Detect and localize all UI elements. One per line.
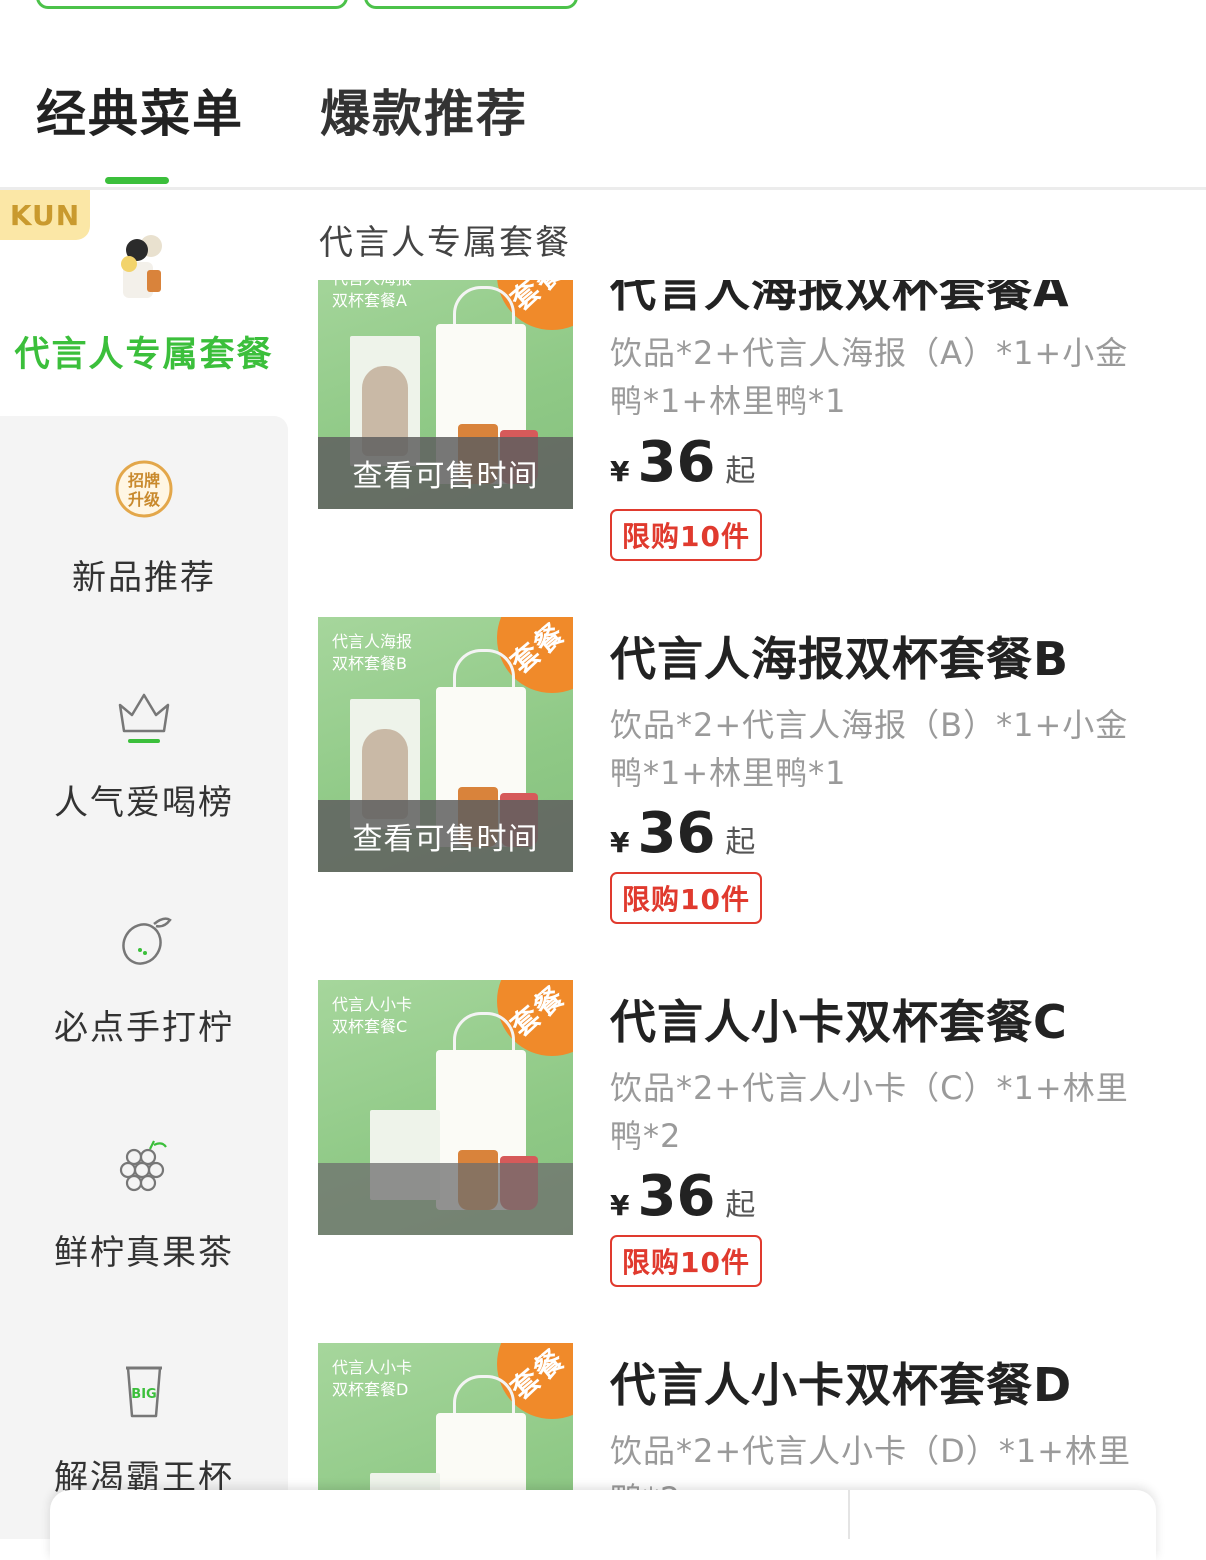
tab-classic-menu[interactable]: 经典菜单	[36, 74, 244, 146]
thumb-title: 代言人海报 双杯套餐A	[332, 269, 413, 310]
currency-symbol: ¥	[610, 455, 630, 488]
sidebar-item-label: 新品推荐	[72, 558, 216, 598]
price-value: 36	[637, 801, 716, 866]
signature-upgrade-icon: 招牌 升级	[115, 460, 173, 518]
lemon-icon	[122, 917, 172, 965]
product-image[interactable]: 套餐 代言人海报 双杯套餐A 查看可售时间	[318, 269, 573, 509]
product-name: 代言人小卡双杯套餐C	[610, 995, 1068, 1049]
product-desc: 饮品*2+代言人海报（A）*1+小金鸭*1+林里鸭*1	[610, 334, 1129, 420]
price-value: 36	[637, 430, 716, 495]
product-name: 代言人海报双杯套餐B	[610, 632, 1070, 686]
price-value: 36	[637, 1164, 716, 1229]
sidebar-item-new[interactable]: 招牌 升级 新品推荐	[0, 416, 288, 641]
product-desc: 饮品*2+代言人海报（B）*1+小金鸭*1+林里鸭*1	[610, 706, 1129, 792]
active-tab-indicator	[105, 177, 169, 184]
section-title: 代言人专属套餐	[319, 223, 571, 263]
product-price: ¥ 36 起	[610, 801, 755, 866]
grapes-icon	[119, 1140, 167, 1192]
bottom-cart-bar[interactable]	[50, 1490, 1156, 1560]
product-price: ¥ 36 起	[610, 430, 755, 495]
bottom-bar-divider	[848, 1490, 850, 1539]
sidebar-item-fruit-tea[interactable]: 鲜柠真果茶	[0, 1091, 288, 1316]
view-sale-time-overlay[interactable]: 查看可售时间	[318, 437, 573, 509]
purchase-limit-badge: 限购10件	[610, 1235, 762, 1287]
svg-text:升级: 升级	[128, 490, 161, 509]
product-card[interactable]: 套餐 代言人海报 双杯套餐B 查看可售时间 代言人海报双杯套餐B 饮品*2+代言…	[318, 617, 1188, 937]
purchase-limit-badge: 限购10件	[610, 872, 762, 924]
category-sidebar: KUN 代言人专属套餐 招牌 升级 新品推荐 人气爱喝榜 必点手打柠 鲜柠真果茶…	[0, 190, 288, 1539]
product-desc: 饮品*2+代言人小卡（D）*1+林里鸭*2	[610, 1432, 1131, 1490]
product-card[interactable]: 套餐 代言人小卡 双杯套餐D 代言人小卡双杯套餐D 饮品*2+代言人小卡（D）*…	[318, 1343, 1188, 1490]
sidebar-item-label: 人气爱喝榜	[54, 783, 234, 823]
kun-badge: KUN	[0, 190, 90, 240]
crown-icon	[118, 693, 170, 743]
sidebar-item-label: 鲜柠真果茶	[54, 1233, 234, 1273]
product-desc: 饮品*2+代言人小卡（C）*1+林里鸭*2	[610, 1069, 1129, 1155]
sidebar-item-spokesperson[interactable]: KUN 代言人专属套餐	[0, 190, 288, 416]
price-suffix: 起	[725, 825, 756, 860]
svg-text:BIG: BIG	[131, 1387, 156, 1402]
sidebar-item-label: 代言人专属套餐	[14, 335, 274, 375]
view-sale-time-overlay[interactable]: 查看可售时间	[318, 800, 573, 872]
price-suffix: 起	[725, 1188, 756, 1223]
product-image[interactable]: 套餐 代言人小卡 双杯套餐D	[318, 1343, 573, 1490]
thumb-title: 代言人小卡 双杯套餐C	[332, 995, 413, 1036]
sidebar-item-lemon[interactable]: 必点手打柠	[0, 866, 288, 1091]
product-card[interactable]: 套餐 代言人海报 双杯套餐A 查看可售时间 代言人海报双杯套餐A 饮品*2+代言…	[318, 263, 1188, 574]
big-cup-icon: BIG	[126, 1366, 162, 1418]
product-name: 代言人海报双杯套餐A	[610, 263, 1070, 317]
thumb-title: 代言人海报 双杯套餐B	[332, 632, 413, 673]
sidebar-item-popular[interactable]: 人气爱喝榜	[0, 641, 288, 866]
menu-tabs: 经典菜单 爆款推荐	[0, 0, 1206, 190]
sidebar-list: 招牌 升级 新品推荐 人气爱喝榜 必点手打柠 鲜柠真果茶 BIG 解渴霸王杯	[0, 416, 288, 1539]
thumb-title: 代言人小卡 双杯套餐D	[332, 1358, 413, 1399]
product-name: 代言人小卡双杯套餐D	[610, 1358, 1073, 1412]
product-price: ¥ 36 起	[610, 1164, 755, 1229]
sale-time-overlay[interactable]	[318, 1163, 573, 1235]
currency-symbol: ¥	[610, 826, 630, 859]
product-image[interactable]: 套餐 代言人海报 双杯套餐B 查看可售时间	[318, 617, 573, 872]
purchase-limit-badge: 限购10件	[610, 509, 762, 561]
price-suffix: 起	[725, 454, 756, 489]
tab-hot-recommend[interactable]: 爆款推荐	[320, 74, 528, 146]
product-card[interactable]: 套餐 代言人小卡 双杯套餐C 代言人小卡双杯套餐C 饮品*2+代言人小卡（C）*…	[318, 980, 1188, 1300]
product-image[interactable]: 套餐 代言人小卡 双杯套餐C	[318, 980, 573, 1235]
currency-symbol: ¥	[610, 1189, 630, 1222]
svg-text:招牌: 招牌	[128, 471, 160, 490]
sidebar-item-label: 必点手打柠	[54, 1008, 234, 1048]
spokesperson-avatar-icon	[121, 235, 162, 298]
